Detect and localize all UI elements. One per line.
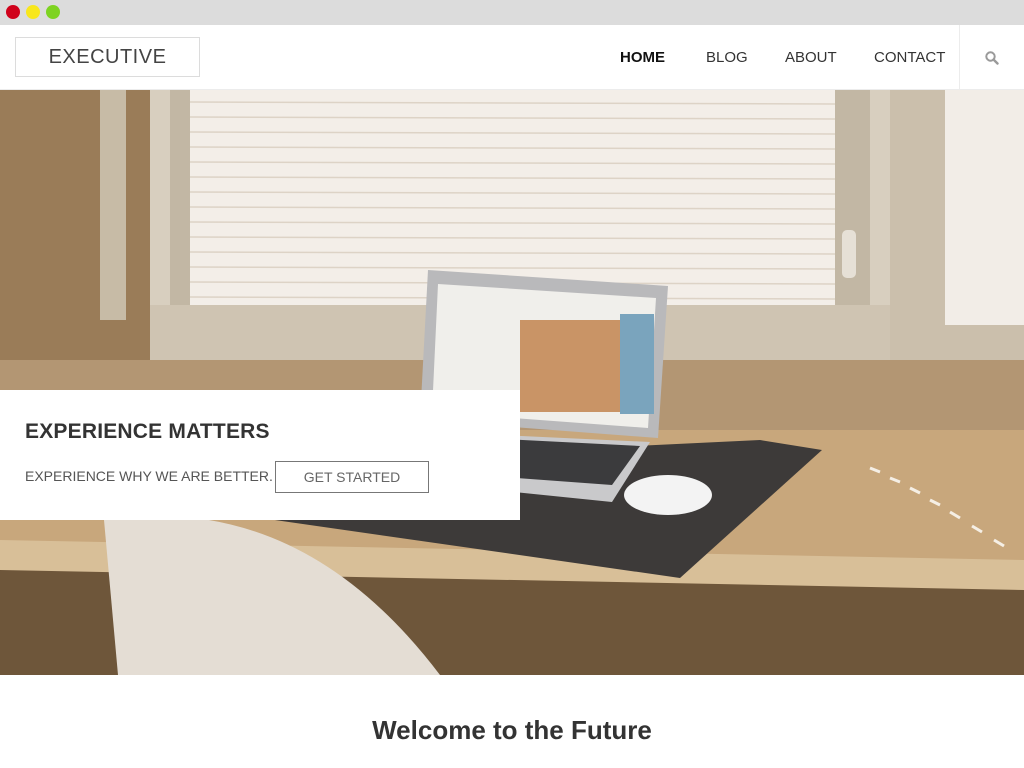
nav-blog[interactable]: BLOG — [706, 49, 748, 66]
search-button[interactable] — [959, 25, 1024, 90]
hero-subtitle: EXPERIENCE WHY WE ARE BETTER. — [25, 468, 273, 484]
welcome-heading: Welcome to the Future — [372, 715, 652, 745]
search-icon — [985, 50, 999, 65]
site-header: EXECUTIVE HOME BLOG ABOUT CONTACT — [0, 25, 1024, 90]
nav-home[interactable]: HOME — [620, 49, 665, 66]
hero-section: EXPERIENCE MATTERS EXPERIENCE WHY WE ARE… — [0, 90, 1024, 675]
nav-contact[interactable]: CONTACT — [874, 49, 945, 66]
close-window-button[interactable] — [6, 5, 20, 19]
hero-title: EXPERIENCE MATTERS — [25, 420, 270, 443]
maximize-window-button[interactable] — [46, 5, 60, 19]
hero-background-image — [0, 90, 1024, 675]
nav-about[interactable]: ABOUT — [785, 49, 837, 66]
get-started-button[interactable]: GET STARTED — [275, 461, 429, 493]
site-logo[interactable]: EXECUTIVE — [15, 37, 200, 77]
window-titlebar — [0, 0, 1024, 25]
hero-cta-panel: EXPERIENCE MATTERS EXPERIENCE WHY WE ARE… — [0, 390, 520, 520]
minimize-window-button[interactable] — [26, 5, 40, 19]
